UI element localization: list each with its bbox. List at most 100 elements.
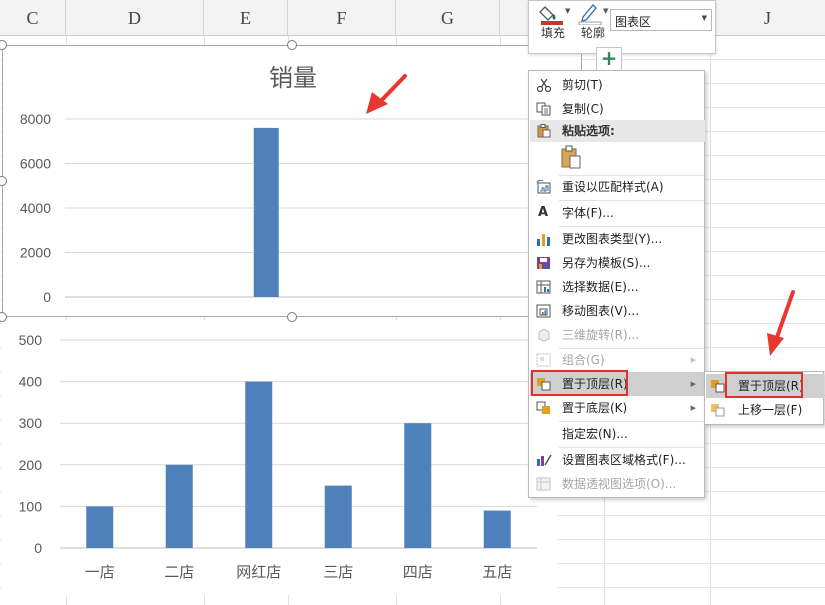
column-header-e[interactable]: E: [204, 0, 288, 36]
bottom-chart-bar[interactable]: [165, 464, 193, 548]
menu-item-bring-to-front[interactable]: 置于顶层(R) ▶: [530, 372, 705, 396]
top-chart-y-tick-label: 8000: [20, 111, 51, 127]
bring-to-front-icon: [711, 380, 725, 393]
pivot-chart-options-icon: [536, 477, 551, 491]
menu-item-select-data[interactable]: 选择数据(E)...: [530, 275, 705, 299]
paste-keep-formatting-button[interactable]: [559, 145, 583, 171]
bottom-chart-category-label: 四店: [403, 563, 433, 581]
menu-item-format-chart-area-label: 设置图表区域格式(F)...: [562, 453, 686, 467]
context-menu: 剪切(T) 复制(C) 粘贴选项: 重设以匹配样式(A) A 字体(F)... …: [528, 70, 705, 498]
chart-elements-plus-button[interactable]: +: [596, 47, 622, 71]
copy-icon: [536, 102, 551, 116]
menu-item-move-chart-label: 移动图表(V)...: [562, 304, 640, 318]
top-chart-y-tick-label: 2000: [20, 245, 51, 261]
menu-item-cut-label: 剪切(T): [562, 78, 603, 92]
column-header-f[interactable]: F: [288, 0, 396, 36]
top-chart-y-tick-label: 0: [43, 289, 51, 305]
send-to-back-icon: [536, 401, 550, 414]
menu-item-save-as-template[interactable]: 另存为模板(S)...: [530, 251, 705, 275]
bottom-chart-y-tick-label: 200: [19, 457, 43, 473]
bottom-chart-bar[interactable]: [324, 485, 352, 548]
menu-item-move-chart[interactable]: 移动图表(V)...: [530, 299, 705, 323]
bottom-chart-bar[interactable]: [483, 510, 511, 548]
format-mini-toolbar: ▼ 填充 ▼ 轮廓 图表区 ▼: [528, 0, 716, 54]
menu-item-assign-macro-label: 指定宏(N)...: [562, 427, 628, 441]
menu-item-font[interactable]: A 字体(F)...: [530, 201, 705, 225]
select-data-icon: [536, 280, 551, 294]
chart-type-icon: [537, 234, 550, 246]
bottom-chart-bar[interactable]: [404, 423, 432, 548]
bottom-chart-category-label: 网红店: [236, 563, 281, 581]
bottom-bar-chart[interactable]: 500 400 300 200 100 0 一店 二店 网红店 三店 四店 五店: [2, 320, 557, 595]
fill-button[interactable]: ▼ 填充: [533, 1, 573, 53]
bring-to-front-submenu: 置于顶层(R) 上移一层(F): [704, 371, 824, 425]
pen-outline-icon: [578, 4, 602, 25]
menu-item-format-chart-area[interactable]: 设置图表区域格式(F)...: [530, 448, 705, 472]
resize-handle-bottom[interactable]: [287, 312, 297, 322]
menu-item-copy-label: 复制(C): [562, 102, 604, 116]
submenu-arrow-icon: ▶: [690, 380, 696, 388]
top-chart-plot: 8000 6000 4000 2000 0 销量: [20, 64, 548, 305]
submenu-item-bring-to-front-label: 置于顶层(R): [738, 379, 804, 393]
menu-item-group-label: 组合(G): [562, 353, 605, 367]
bring-forward-icon: [711, 404, 725, 417]
submenu-arrow-icon: ▶: [690, 404, 696, 412]
clipboard-icon: [561, 145, 581, 169]
submenu-arrow-icon: ▶: [690, 356, 696, 364]
chart-element-dropdown[interactable]: 图表区 ▼: [610, 9, 712, 31]
menu-item-assign-macro[interactable]: 指定宏(N)...: [530, 422, 705, 446]
menu-item-reset-style[interactable]: 重设以匹配样式(A): [530, 175, 705, 199]
paste-options-header: 粘贴选项:: [530, 120, 705, 142]
bottom-chart-y-tick-label: 400: [19, 374, 43, 390]
bottom-chart-category-label: 三店: [323, 563, 353, 581]
move-chart-icon: [536, 304, 551, 318]
paint-bucket-icon: [539, 6, 563, 25]
menu-item-copy[interactable]: 复制(C): [530, 97, 705, 121]
submenu-item-bring-forward-label: 上移一层(F): [738, 403, 803, 417]
menu-item-send-to-back[interactable]: 置于底层(K) ▶: [530, 396, 705, 420]
bottom-chart-category-label: 一店: [85, 563, 115, 581]
menu-item-change-chart-type[interactable]: 更改图表类型(Y)...: [530, 227, 705, 251]
submenu-item-bring-to-front[interactable]: 置于顶层(R): [706, 374, 824, 398]
column-header-d[interactable]: D: [66, 0, 204, 36]
menu-item-group: 组合(G) ▶: [530, 348, 705, 372]
plus-icon: +: [600, 46, 618, 70]
top-bar-chart-selected[interactable]: 8000 6000 4000 2000 0 销量: [2, 45, 582, 317]
menu-item-select-data-label: 选择数据(E)...: [562, 280, 639, 294]
chart-element-value: 图表区: [615, 15, 652, 29]
bottom-chart-category-label: 二店: [164, 563, 194, 581]
outline-label: 轮廓: [580, 26, 605, 40]
bottom-chart-bar[interactable]: [245, 381, 273, 548]
menu-item-reset-style-label: 重设以匹配样式(A): [562, 180, 664, 194]
top-chart-title: 销量: [269, 64, 317, 92]
bottom-chart-category-label: 五店: [482, 563, 512, 581]
fill-label: 填充: [540, 26, 565, 40]
menu-item-3d-rotation: 三维旋转(R)...: [530, 323, 705, 347]
rotate-3d-icon: [538, 328, 550, 342]
bottom-chart-y-tick-label: 500: [19, 332, 43, 348]
menu-item-cut[interactable]: 剪切(T): [530, 73, 705, 97]
save-template-icon: [537, 257, 550, 269]
menu-item-send-to-back-label: 置于底层(K): [562, 401, 628, 415]
font-icon: A: [538, 205, 549, 220]
paste-options-label: 粘贴选项:: [562, 124, 615, 138]
excel-worksheet: C D E F G J 500 400 300 200 100 0 一店 二店 …: [0, 0, 825, 605]
column-header-g[interactable]: G: [396, 0, 500, 36]
menu-item-3d-rotation-label: 三维旋转(R)...: [562, 328, 640, 342]
menu-item-bring-to-front-label: 置于顶层(R): [562, 377, 628, 391]
bottom-chart-bar[interactable]: [86, 506, 114, 548]
bring-to-front-icon: [537, 378, 551, 391]
bottom-chart-y-tick-label: 0: [34, 540, 42, 556]
menu-item-font-label: 字体(F)...: [562, 206, 614, 220]
bottom-chart-plot: 500 400 300 200 100 0 一店 二店 网红店 三店 四店 五店: [19, 332, 537, 581]
bottom-chart-y-tick-label: 100: [19, 498, 43, 514]
column-header-c[interactable]: C: [0, 0, 66, 36]
chevron-down-icon: ▼: [701, 14, 707, 22]
column-header-j[interactable]: J: [710, 0, 825, 36]
menu-item-change-chart-type-label: 更改图表类型(Y)...: [562, 232, 663, 246]
paste-icon: [537, 124, 551, 138]
top-chart-bar[interactable]: [253, 127, 279, 298]
resize-handle-top[interactable]: [287, 40, 297, 50]
submenu-item-bring-forward[interactable]: 上移一层(F): [706, 398, 824, 422]
reset-style-icon: [536, 180, 551, 194]
